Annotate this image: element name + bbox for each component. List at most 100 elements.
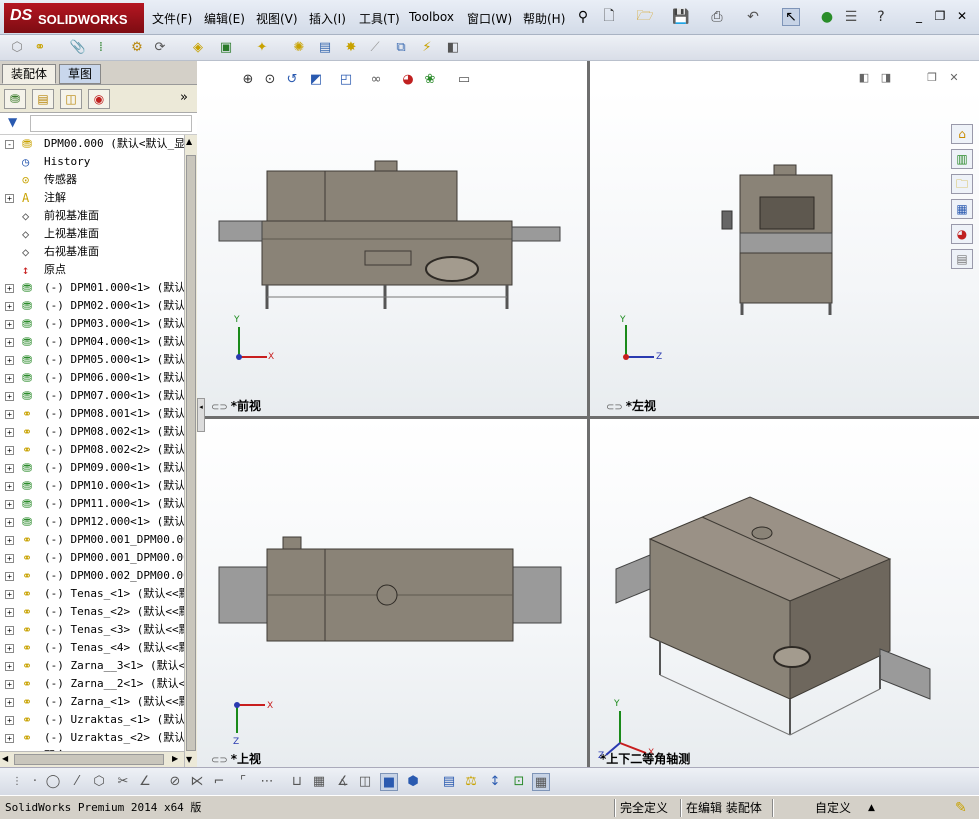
undo-icon[interactable]: ↶ <box>744 8 762 26</box>
edit-appearance-icon[interactable]: ◕ <box>399 71 417 89</box>
expand-toggle-icon[interactable]: + <box>5 608 14 617</box>
scroll-thumb[interactable] <box>186 155 196 751</box>
expand-toggle-icon[interactable]: + <box>5 554 14 563</box>
expand-toggle-icon[interactable]: + <box>5 590 14 599</box>
menu-file[interactable]: 文件(F) <box>152 10 192 27</box>
angle-icon[interactable]: ∡ <box>334 773 352 791</box>
tree-item[interactable]: + ⛃ (-) DPM11.000<1> (默认< <box>0 495 184 513</box>
design-library-icon[interactable]: ▥ <box>951 149 973 169</box>
tree-item[interactable]: + ⚭ (-) Tenas_<1> (默认<<默 <box>0 585 184 603</box>
menu-insert[interactable]: 插入(I) <box>309 10 346 27</box>
fillet-icon[interactable]: ⌐ <box>210 773 228 791</box>
tree-item[interactable]: + ⛃ (-) DPM05.000<1> (默认< <box>0 351 184 369</box>
corner-icon[interactable]: ⌜ <box>234 773 252 791</box>
tree-item[interactable]: ◇ 右视基准面 <box>0 243 184 261</box>
solidworks-logo[interactable]: DS SOLIDWORKS <box>4 3 144 33</box>
expand-toggle-icon[interactable]: + <box>5 626 14 635</box>
explode-line-sketch-icon[interactable]: ⟋ <box>366 39 384 57</box>
property-manager-icon[interactable]: ▤ <box>32 89 54 109</box>
instant3d-icon[interactable]: ◧ <box>444 39 462 57</box>
tree-item[interactable]: + ⛃ (-) DPM02.000<1> (默认< <box>0 297 184 315</box>
tree-item[interactable]: + ⚭ (-) Uzraktas_<1> (默认< <box>0 711 184 729</box>
scroll-up-icon[interactable]: ▲ <box>186 137 192 146</box>
polygon-icon[interactable]: ⬡ <box>90 773 108 791</box>
expand-toggle-icon[interactable]: + <box>5 374 14 383</box>
viewport-vertical-splitter[interactable] <box>587 61 590 767</box>
tree-item[interactable]: + ⚭ (-) DPM08.002<2> (默认< <box>0 441 184 459</box>
tree-item[interactable]: + ⚭ (-) Tenas_<2> (默认<<默 <box>0 603 184 621</box>
menu-help[interactable]: 帮助(H) <box>523 10 565 27</box>
rebuild-traffic-light-icon[interactable]: ● <box>818 8 836 26</box>
expand-toggle-icon[interactable]: + <box>5 662 14 671</box>
scroll-down-icon[interactable]: ▼ <box>186 755 192 764</box>
interference-detection-icon[interactable]: ⧉ <box>392 39 410 57</box>
open-folder-icon[interactable]: 🗁 <box>636 8 654 26</box>
tree-item[interactable]: ↕ 原点 <box>0 261 184 279</box>
tree-item[interactable]: + ⛃ (-) DPM07.000<1> (默认< <box>0 387 184 405</box>
expand-toggle-icon[interactable]: + <box>5 464 14 473</box>
tree-item[interactable]: + ⛃ (-) DPM12.000<1> (默认< <box>0 513 184 531</box>
assembly-features-icon[interactable]: ▣ <box>217 39 235 57</box>
viewport-horizontal-splitter[interactable] <box>197 416 979 419</box>
tree-item[interactable]: + ⚭ (-) Uzraktas_<2> (默认< <box>0 729 184 747</box>
tree-item[interactable]: + ⛃ (-) DPM04.000<1> (默认< <box>0 333 184 351</box>
mate-icon[interactable]: ⚭ <box>31 39 49 57</box>
tree-item[interactable]: + ⛃ (-) DPM06.000<1> (默认< <box>0 369 184 387</box>
tree-item[interactable]: + ⚭ (-) DPM00.001_DPM00.001 <box>0 549 184 567</box>
show-hidden-icon[interactable]: ◈ <box>189 39 207 57</box>
expand-toggle-icon[interactable]: + <box>5 194 14 203</box>
expand-toggle-icon[interactable]: + <box>5 572 14 581</box>
move-component-icon[interactable]: ⟳ <box>151 39 169 57</box>
section-view-icon[interactable]: ◩ <box>307 71 325 89</box>
viewport-close-icon[interactable]: ✕ <box>945 69 963 87</box>
trim-icon[interactable]: ✂ <box>114 773 132 791</box>
options-icon[interactable]: ☰ <box>842 8 860 26</box>
new-document-icon[interactable]: 🗋 <box>600 8 618 26</box>
filter-input[interactable] <box>30 115 192 132</box>
3d-box-icon[interactable]: ◫ <box>356 773 374 791</box>
section-icon[interactable]: ⊡ <box>510 773 528 791</box>
expand-toggle-icon[interactable]: + <box>5 734 14 743</box>
viewport-isometric[interactable]: Y X Z *上下二等角轴测 <box>590 419 979 767</box>
expand-toggle-icon[interactable]: + <box>5 284 14 293</box>
feature-manager-icon[interactable]: ⛃ <box>4 89 26 109</box>
close-icon[interactable]: ✕ <box>955 9 969 23</box>
apply-scene-icon[interactable]: ❀ <box>421 71 439 89</box>
zoom-to-fit-icon[interactable]: ⊕ <box>239 71 257 89</box>
file-explorer-icon[interactable]: 🗀 <box>951 174 973 194</box>
expand-toggle-icon[interactable]: + <box>5 482 14 491</box>
view-orientation-icon[interactable]: ◰ <box>337 71 355 89</box>
menu-toolbox[interactable]: Toolbox <box>409 10 454 24</box>
previous-view-icon[interactable]: ↺ <box>283 71 301 89</box>
tree-item[interactable]: + ⚭ (-) Zarna_<1> (默认<<默 <box>0 693 184 711</box>
tree-item[interactable]: + ⛃ (-) DPM10.000<1> (默认< <box>0 477 184 495</box>
menu-edit[interactable]: 编辑(E) <box>204 10 245 27</box>
view-settings-icon[interactable]: ▭ <box>455 71 473 89</box>
spline-icon[interactable]: ⋯ <box>258 773 276 791</box>
hscroll-thumb[interactable] <box>14 754 164 765</box>
tab-sketch[interactable]: 草图 <box>59 64 102 84</box>
expand-toggle-icon[interactable]: + <box>5 338 14 347</box>
tree-item[interactable]: + ⚭ (-) Zarna__3<1> (默认<< <box>0 657 184 675</box>
link-views-icon[interactable]: ◧ <box>855 69 873 87</box>
bom-icon[interactable]: ▤ <box>440 773 458 791</box>
minimize-icon[interactable]: _ <box>912 9 926 23</box>
viewport-left[interactable]: Y Z ⊂⊃ *左视 <box>590 89 979 416</box>
insert-component-icon[interactable]: ⬡ <box>8 39 26 57</box>
tree-item[interactable]: + ⚭ (-) Tenas_<4> (默认<<默 <box>0 639 184 657</box>
circle-icon[interactable]: ◯ <box>44 773 62 791</box>
reference-geometry-icon[interactable]: ✦ <box>253 39 271 57</box>
expand-chevron-icon[interactable]: » <box>180 90 188 105</box>
tree-item[interactable]: + ⚭ (-) DPM00.001_DPM00.001 <box>0 531 184 549</box>
tree-item[interactable]: + ⛃ (-) DPM09.000<1> (默认< <box>0 459 184 477</box>
tree-item[interactable]: + ⛃ (-) DPM03.000<1> (默认< <box>0 315 184 333</box>
display-manager-icon[interactable]: ◉ <box>88 89 110 109</box>
exploded-view-icon[interactable]: ✸ <box>342 39 360 57</box>
clearance-verification-icon[interactable]: ⚡ <box>418 39 436 57</box>
tree-vertical-scrollbar[interactable]: ▲ ▼ <box>184 135 197 767</box>
custom-properties-icon[interactable]: ▤ <box>951 249 973 269</box>
tree-horizontal-scrollbar[interactable]: ◀ ▶ <box>0 751 184 767</box>
line-icon[interactable]: ⁄ <box>68 773 86 791</box>
restore-icon[interactable]: ❐ <box>933 9 947 23</box>
tree-item[interactable]: - ⛃ DPM00.000 (默认<默认_显示 <box>0 135 184 153</box>
